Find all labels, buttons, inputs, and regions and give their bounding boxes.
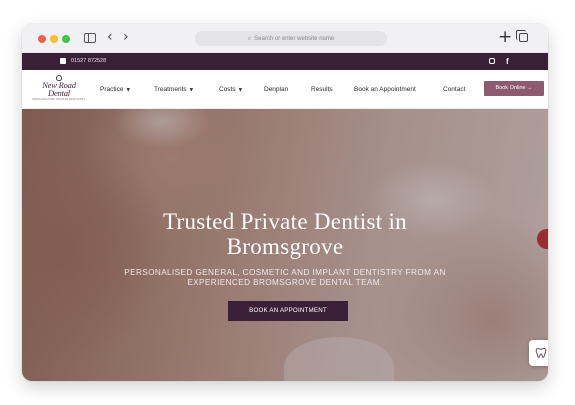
tabs-icon[interactable] [516, 30, 528, 42]
minimize-window-button[interactable] [50, 35, 58, 43]
nav-item-costs[interactable]: Costs ▼ [219, 70, 242, 110]
main-navbar: New Road Dental PERSONALISED PRIVATE DEN… [22, 70, 548, 109]
nav-item-practice[interactable]: Practice ▼ [100, 70, 130, 110]
hero-subtitle: PERSONALISED GENERAL, COSMETIC AND IMPLA… [82, 268, 488, 288]
browser-toolbar: ‹ › ⌕ Search or enter website name + [22, 24, 548, 53]
contact-bar: 01527 872528 f [22, 53, 548, 70]
tooth-icon [535, 347, 547, 358]
chevron-down-icon: ▼ [126, 88, 130, 93]
arrow-right-icon: → [527, 85, 533, 91]
sidebar-icon[interactable] [84, 33, 96, 43]
hero-banner: Trusted Private Dentist in Bromsgrove PE… [22, 109, 548, 381]
nav-item-denplan[interactable]: Denplan [264, 70, 288, 109]
site-logo[interactable]: New Road Dental PERSONALISED PRIVATE DEN… [28, 75, 90, 105]
chevron-down-icon: ▼ [238, 88, 243, 93]
nav-item-results[interactable]: Results [311, 70, 333, 109]
hero-title-line2: Bromsgrove [226, 234, 344, 259]
hero-title-line1: Trusted Private Dentist in [163, 209, 407, 234]
maximize-window-button[interactable] [62, 35, 70, 43]
chevron-down-icon: ▼ [189, 88, 194, 93]
address-bar[interactable]: ⌕ Search or enter website name [195, 31, 387, 46]
nav-item-contact[interactable]: Contact [443, 70, 465, 109]
forward-icon[interactable]: › [123, 30, 129, 44]
logo-tagline: PERSONALISED PRIVATE DENTISTRY [32, 98, 86, 101]
tooth-widget-button[interactable] [529, 340, 548, 366]
close-window-button[interactable] [38, 35, 46, 43]
back-icon[interactable]: ‹ [107, 30, 113, 44]
address-placeholder: Search or enter website name [254, 36, 335, 42]
instagram-icon[interactable] [489, 58, 495, 64]
facebook-icon[interactable]: f [506, 55, 509, 68]
book-appointment-button[interactable]: BOOK AN APPOINTMENT [228, 301, 348, 321]
phone-icon [60, 58, 66, 64]
nav-item-book-appointment[interactable]: Book an Appointment [354, 70, 416, 109]
new-tab-icon[interactable]: + [498, 27, 512, 47]
nav-item-treatments[interactable]: Treatments ▼ [154, 70, 193, 110]
hero-title: Trusted Private Dentist in Bromsgrove [82, 209, 488, 259]
book-online-button[interactable]: Book Online → [484, 81, 544, 96]
hero-subtitle-line1: PERSONALISED GENERAL, COSMETIC AND IMPLA… [124, 268, 446, 277]
hero-subtitle-line2: EXPERIENCED BROMSGROVE DENTAL TEAM. [187, 278, 383, 287]
search-icon: ⌕ [247, 35, 252, 42]
browser-window: ‹ › ⌕ Search or enter website name + 0152… [22, 24, 548, 381]
phone-number[interactable]: 01527 872528 [71, 53, 106, 70]
logo-name-line2: Dental [48, 88, 70, 98]
